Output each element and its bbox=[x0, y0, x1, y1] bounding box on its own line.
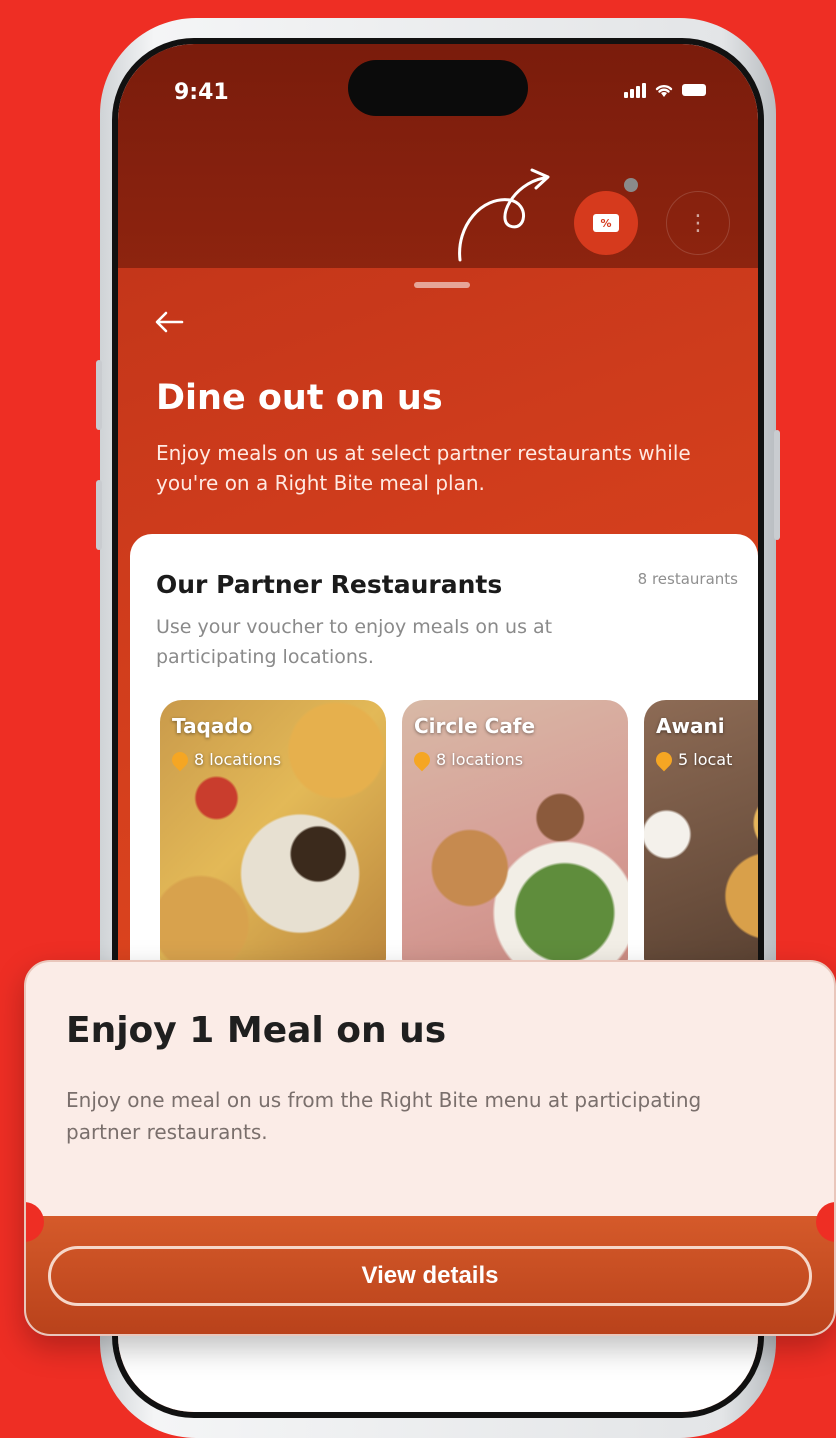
restaurant-card[interactable]: Circle Cafe 8 locations bbox=[402, 700, 628, 980]
restaurant-carousel[interactable]: Taqado 8 locations Circle Cafe 8 locatio… bbox=[160, 700, 758, 980]
restaurant-count: 8 restaurants bbox=[637, 570, 738, 588]
home-area bbox=[118, 1336, 758, 1412]
notification-dot bbox=[624, 178, 638, 192]
back-arrow-icon[interactable] bbox=[154, 310, 184, 334]
locations-label: 8 locations bbox=[194, 750, 282, 769]
sheet-drag-handle[interactable] bbox=[414, 282, 470, 288]
voucher-percent-icon: % bbox=[593, 214, 619, 232]
restaurant-locations: 5 locat bbox=[652, 748, 733, 771]
location-pin-icon bbox=[652, 748, 676, 771]
more-vertical-icon: ⋮ bbox=[687, 210, 709, 236]
phone-side-button bbox=[96, 360, 102, 430]
phone-power-button bbox=[774, 430, 780, 540]
dynamic-island bbox=[348, 60, 528, 116]
locations-label: 8 locations bbox=[436, 750, 524, 769]
status-time: 9:41 bbox=[174, 80, 229, 105]
meal-voucher-card: Enjoy 1 Meal on us Enjoy one meal on us … bbox=[24, 960, 836, 1336]
section-description: Use your voucher to enjoy meals on us at… bbox=[156, 616, 553, 668]
status-icons bbox=[624, 82, 706, 98]
more-options-button[interactable]: ⋮ bbox=[666, 191, 730, 255]
app-header: 9:41 % ⋮ bbox=[118, 44, 758, 274]
wifi-icon bbox=[655, 84, 673, 97]
signal-icon bbox=[624, 82, 646, 98]
location-pin-icon bbox=[410, 748, 434, 771]
view-details-button[interactable]: View details bbox=[48, 1246, 812, 1306]
voucher-button[interactable]: % bbox=[574, 191, 638, 255]
phone-side-button bbox=[96, 480, 102, 550]
restaurant-card[interactable]: Taqado 8 locations bbox=[160, 700, 386, 980]
restaurant-name: Taqado bbox=[172, 714, 253, 738]
restaurant-locations: 8 locations bbox=[168, 748, 282, 771]
location-pin-icon bbox=[168, 748, 192, 771]
section-title: Our Partner Restaurants bbox=[156, 570, 503, 599]
battery-icon bbox=[682, 84, 706, 96]
restaurant-name: Circle Cafe bbox=[414, 714, 536, 738]
restaurant-locations: 8 locations bbox=[410, 748, 524, 771]
locations-label: 5 locat bbox=[678, 750, 733, 769]
voucher-title: Enjoy 1 Meal on us bbox=[66, 1010, 447, 1051]
page-description: Enjoy meals on us at select partner rest… bbox=[156, 441, 691, 495]
restaurant-name: Awani bbox=[656, 714, 725, 738]
page-title: Dine out on us bbox=[156, 378, 443, 418]
voucher-description: Enjoy one meal on us from the Right Bite… bbox=[66, 1088, 702, 1144]
arrow-doodle-icon bbox=[458, 168, 550, 262]
restaurant-card[interactable]: Awani 5 locat bbox=[644, 700, 758, 980]
